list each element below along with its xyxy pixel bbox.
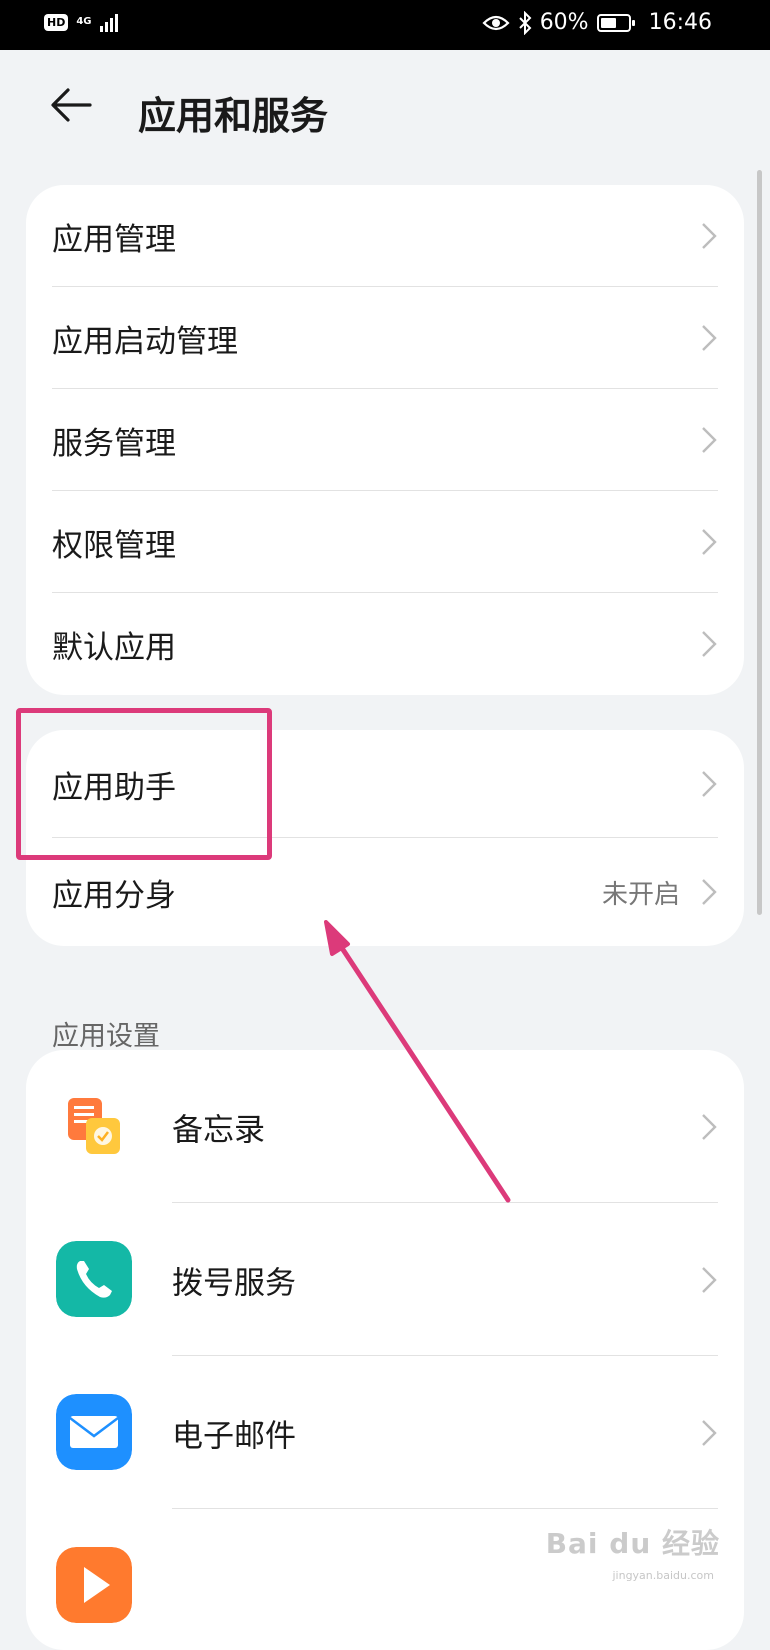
battery-icon <box>596 13 635 32</box>
video-app-icon <box>56 1547 132 1623</box>
status-bar: HD 4G 60% 16:46 <box>0 0 770 50</box>
memo-app-item[interactable]: 备忘录 <box>26 1050 744 1203</box>
hd-badge: HD <box>44 13 69 31</box>
service-management-item[interactable]: 服务管理 <box>26 389 744 491</box>
item-label: 备忘录 <box>172 1112 265 1148</box>
email-app-item[interactable]: 电子邮件 <box>26 1356 744 1509</box>
item-label: 拨号服务 <box>172 1265 296 1301</box>
app-twin-status: 未开启 <box>601 879 680 910</box>
chevron-right-icon <box>702 879 717 905</box>
phone-app-icon <box>56 1241 132 1317</box>
permission-management-item[interactable]: 权限管理 <box>26 491 744 593</box>
back-button[interactable] <box>46 80 106 140</box>
item-label: 电子邮件 <box>172 1418 296 1454</box>
phone-service-item[interactable]: 拨号服务 <box>26 1203 744 1356</box>
watermark-url: jingyan.baidu.com <box>612 1569 714 1582</box>
arrow-left-icon <box>51 88 92 122</box>
battery-percent: 60% <box>539 10 589 35</box>
page-title: 应用和服务 <box>138 94 329 138</box>
settings-card-general: 应用管理 应用启动管理 服务管理 权限管理 默认应用 <box>26 185 744 695</box>
item-label: 应用分身 <box>52 877 176 914</box>
chevron-right-icon <box>702 529 717 555</box>
bluetooth-icon <box>518 10 532 35</box>
app-management-item[interactable]: 应用管理 <box>26 185 744 287</box>
item-label: 默认应用 <box>52 629 176 666</box>
item-label: 权限管理 <box>52 527 176 564</box>
eye-icon <box>482 15 510 30</box>
network-type: 4G <box>76 16 92 27</box>
chevron-right-icon <box>702 631 717 657</box>
scrollbar[interactable] <box>757 170 762 915</box>
clock: 16:46 <box>648 10 712 35</box>
item-label: 应用管理 <box>52 221 176 258</box>
chevron-right-icon <box>702 771 717 797</box>
app-launch-management-item[interactable]: 应用启动管理 <box>26 287 744 389</box>
chevron-right-icon <box>702 325 717 351</box>
highlight-box <box>16 708 272 860</box>
chevron-right-icon <box>702 1113 717 1140</box>
chevron-right-icon <box>702 223 717 249</box>
default-apps-item[interactable]: 默认应用 <box>26 593 744 695</box>
section-title-app-settings: 应用设置 <box>52 1021 160 1052</box>
chevron-right-icon <box>702 1266 717 1293</box>
email-app-icon <box>56 1394 132 1470</box>
chevron-right-icon <box>702 1419 717 1446</box>
signal-icon <box>99 12 118 32</box>
memo-app-icon <box>68 1098 120 1154</box>
watermark: Bai du 经验 <box>545 1527 720 1560</box>
item-label: 服务管理 <box>52 425 176 462</box>
item-label: 应用启动管理 <box>52 323 238 360</box>
chevron-right-icon <box>702 427 717 453</box>
app-bar: 应用和服务 <box>0 50 770 170</box>
